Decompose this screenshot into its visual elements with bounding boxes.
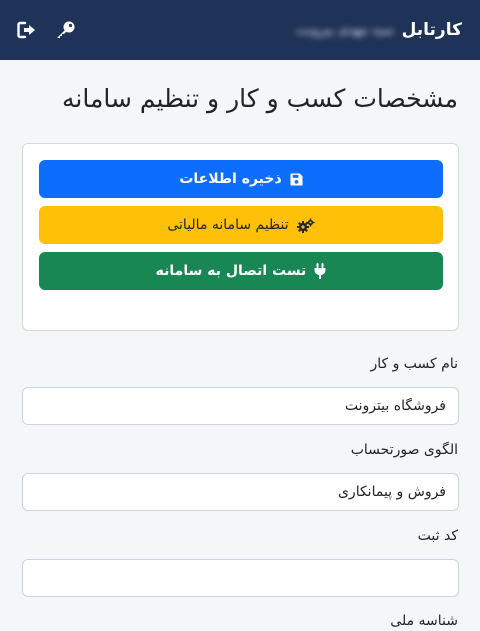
save-button[interactable]: ذخیره اطلاعات bbox=[39, 160, 443, 198]
brand-title[interactable]: کارتابل bbox=[402, 20, 462, 40]
registration-code-label: کد ثبت bbox=[417, 528, 458, 544]
test-connection-button[interactable]: تست اتصال به سامانه bbox=[39, 252, 443, 290]
business-name-input[interactable] bbox=[22, 387, 459, 425]
business-name-label: نام کسب و کار bbox=[370, 356, 458, 372]
actions-card: ذخیره اطلاعات تنظیم سامانه مالیاتی تست ا… bbox=[22, 143, 459, 331]
top-navbar: کارتابل سید مهدی بیرونت bbox=[0, 0, 480, 60]
invoice-pattern-label: الگوی صورتحساب bbox=[350, 442, 458, 458]
tax-settings-button-label: تنظیم سامانه مالیاتی bbox=[167, 217, 289, 233]
navbar-icons bbox=[16, 19, 76, 41]
navbar-brand: کارتابل سید مهدی بیرونت bbox=[296, 20, 462, 40]
logout-icon[interactable] bbox=[16, 19, 38, 41]
tax-settings-button[interactable]: تنظیم سامانه مالیاتی bbox=[39, 206, 443, 244]
test-connection-button-label: تست اتصال به سامانه bbox=[155, 263, 307, 279]
key-icon[interactable] bbox=[54, 19, 76, 41]
plug-icon bbox=[314, 263, 326, 279]
cogs-icon bbox=[296, 218, 315, 233]
national-id-label: شناسه ملی bbox=[390, 613, 458, 629]
user-name: سید مهدی بیرونت bbox=[296, 22, 394, 38]
page-title: مشخصات کسب و کار و تنظیم سامانه bbox=[62, 84, 458, 113]
invoice-pattern-input[interactable] bbox=[22, 473, 459, 511]
save-button-label: ذخیره اطلاعات bbox=[179, 171, 282, 187]
registration-code-input[interactable] bbox=[22, 559, 459, 597]
floppy-disk-icon bbox=[290, 172, 303, 186]
